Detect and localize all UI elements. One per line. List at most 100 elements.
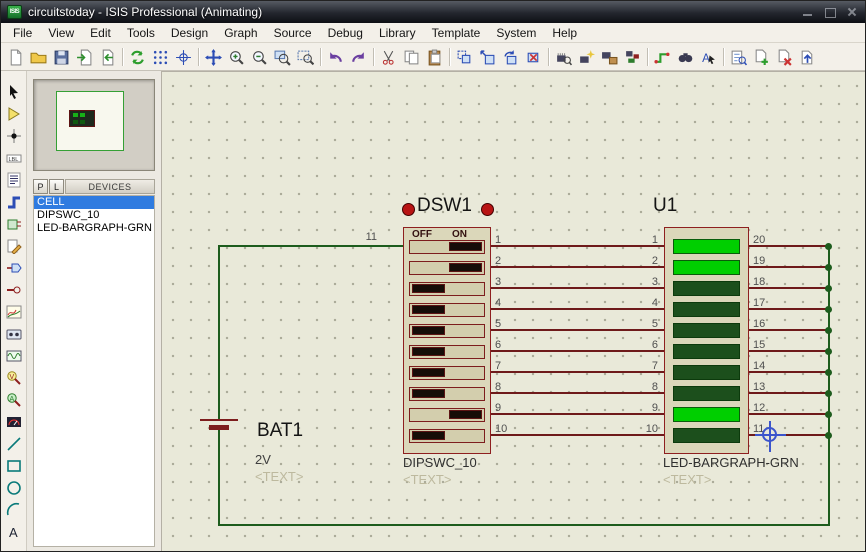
import-section-icon[interactable] [73, 46, 96, 69]
new-design-icon[interactable] [4, 46, 27, 69]
make-device-icon[interactable] [575, 46, 598, 69]
dip-switch-toggle[interactable] [409, 261, 485, 275]
menu-item[interactable]: Tools [119, 24, 163, 42]
led-bargraph-part-label[interactable]: LED-BARGRAPH-GRN [663, 455, 799, 470]
led-bargraph-ref-label[interactable]: U1 [653, 195, 677, 217]
minimize-button[interactable] [801, 6, 815, 18]
wire-led-to-bus[interactable] [749, 392, 829, 394]
wire-led-to-bus[interactable] [749, 308, 829, 310]
redo-icon[interactable] [347, 46, 370, 69]
dip-switch-toggle[interactable] [409, 366, 485, 380]
pick-parts-icon[interactable] [552, 46, 575, 69]
battery-value-label[interactable]: 2V [255, 452, 271, 467]
menu-item[interactable]: Template [424, 24, 489, 42]
dip-switch-toggle[interactable] [409, 345, 485, 359]
schematic-canvas[interactable]: BAT1 2V <TEXT> DSW1 OFF ON 11 DIPSWC_10 … [161, 71, 865, 551]
wire-led-to-bus[interactable] [749, 371, 829, 373]
menu-item[interactable]: Help [544, 24, 585, 42]
wire-led-to-bus[interactable] [749, 287, 829, 289]
block-move-icon[interactable] [476, 46, 499, 69]
device-list-item[interactable]: DIPSWC_10 [34, 209, 154, 222]
zoom-in-icon[interactable] [225, 46, 248, 69]
terminals-mode-icon[interactable] [6, 259, 23, 276]
device-list-item[interactable]: CELL [34, 196, 154, 209]
text-script-mode-icon[interactable] [6, 171, 23, 188]
junction-dot-mode-icon[interactable] [6, 127, 23, 144]
menu-item[interactable]: Edit [82, 24, 119, 42]
subcircuit-mode-icon[interactable] [6, 215, 23, 232]
dip-switch-toggle[interactable] [409, 387, 485, 401]
zoom-all-icon[interactable] [271, 46, 294, 69]
dip-switch-toggle[interactable] [409, 429, 485, 443]
export-section-icon[interactable] [96, 46, 119, 69]
2d-box-mode-icon[interactable] [6, 457, 23, 474]
menu-item[interactable]: Design [163, 24, 216, 42]
menu-item[interactable]: System [488, 24, 544, 42]
2d-arc-mode-icon[interactable] [6, 501, 23, 518]
2d-text-mode-icon[interactable]: A [6, 523, 23, 540]
exit-to-parent-sheet-icon[interactable] [796, 46, 819, 69]
dip-switch-toggle[interactable] [409, 408, 485, 422]
component-mode-icon[interactable] [6, 105, 23, 122]
decompose-icon[interactable] [621, 46, 644, 69]
wire-ground-return[interactable] [218, 524, 830, 526]
center-at-cursor-icon[interactable] [202, 46, 225, 69]
paste-icon[interactable] [423, 46, 446, 69]
block-copy-icon[interactable] [453, 46, 476, 69]
menu-item[interactable]: Library [371, 24, 424, 42]
wire-autorouter-icon[interactable] [651, 46, 674, 69]
block-rotate-icon[interactable] [499, 46, 522, 69]
dip-switch-toggle[interactable] [409, 282, 485, 296]
library-manager-button[interactable]: L [49, 179, 64, 194]
graph-mode-icon[interactable] [6, 303, 23, 320]
menu-item[interactable]: File [5, 24, 40, 42]
dip-switch-part-label[interactable]: DIPSWC_10 [403, 455, 477, 470]
pick-devices-button[interactable]: P [33, 179, 48, 194]
grid-toggle-icon[interactable] [149, 46, 172, 69]
2d-circle-mode-icon[interactable] [6, 479, 23, 496]
dip-switch-ref-label[interactable]: DSW1 [417, 195, 472, 217]
dip-switch-toggle[interactable] [409, 240, 485, 254]
instant-edit-mode-icon[interactable] [6, 237, 23, 254]
wire-led-to-bus[interactable] [749, 266, 829, 268]
property-assignment-icon[interactable]: A [697, 46, 720, 69]
wire-label-mode-icon[interactable]: LBL [6, 149, 23, 166]
false-origin-icon[interactable] [172, 46, 195, 69]
zoom-area-icon[interactable] [294, 46, 317, 69]
remove-sheet-icon[interactable] [773, 46, 796, 69]
current-probe-mode-icon[interactable]: A [6, 391, 23, 408]
open-design-icon[interactable] [27, 46, 50, 69]
design-overview[interactable] [33, 79, 155, 171]
redraw-icon[interactable] [126, 46, 149, 69]
selection-mode-icon[interactable] [6, 83, 23, 100]
wire-led-to-bus[interactable] [749, 413, 829, 415]
search-and-tag-icon[interactable] [674, 46, 697, 69]
device-pins-mode-icon[interactable] [6, 281, 23, 298]
2d-line-mode-icon[interactable] [6, 435, 23, 452]
close-button[interactable] [845, 6, 859, 18]
menu-item[interactable]: Graph [216, 24, 265, 42]
copy-icon[interactable] [400, 46, 423, 69]
wire-led-to-bus[interactable] [749, 350, 829, 352]
packaging-tool-icon[interactable] [598, 46, 621, 69]
menu-item[interactable]: Source [266, 24, 320, 42]
wire-led-to-bus[interactable] [749, 329, 829, 331]
dip-switch-toggle[interactable] [409, 303, 485, 317]
menu-item[interactable]: View [40, 24, 82, 42]
save-design-icon[interactable] [50, 46, 73, 69]
virtual-instruments-mode-icon[interactable] [6, 413, 23, 430]
menu-item[interactable]: Debug [320, 24, 371, 42]
buses-mode-icon[interactable] [6, 193, 23, 210]
block-delete-icon[interactable] [522, 46, 545, 69]
voltage-probe-mode-icon[interactable]: V [6, 369, 23, 386]
zoom-out-icon[interactable] [248, 46, 271, 69]
undo-icon[interactable] [324, 46, 347, 69]
dip-switch-toggle[interactable] [409, 324, 485, 338]
cut-icon[interactable] [377, 46, 400, 69]
new-sheet-icon[interactable] [750, 46, 773, 69]
tape-recorder-mode-icon[interactable] [6, 325, 23, 342]
generator-mode-icon[interactable] [6, 347, 23, 364]
device-list-item[interactable]: LED-BARGRAPH-GRN [34, 222, 154, 235]
design-explorer-icon[interactable] [727, 46, 750, 69]
maximize-button[interactable] [823, 6, 837, 18]
